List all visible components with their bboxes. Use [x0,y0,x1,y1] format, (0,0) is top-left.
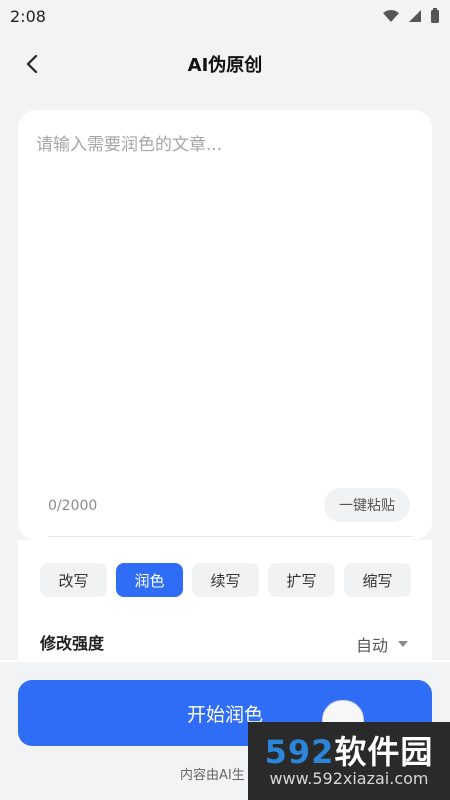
watermark-brand: 592软件园 [265,735,434,769]
mode-shorten-button[interactable]: 缩写 [344,563,411,597]
mode-expand-button[interactable]: 扩写 [268,563,335,597]
wifi-icon [383,10,399,22]
editor-card[interactable]: 请输入需要润色的文章... 0/2000 一键粘贴 [18,110,432,540]
battery-icon [431,8,439,23]
caret-down-icon [398,641,408,647]
ai-disclaimer: 内容由AI生 [180,768,245,783]
divider [48,536,414,537]
mode-continue-button[interactable]: 续写 [192,563,259,597]
mode-polish-button[interactable]: 润色 [116,563,183,597]
watermark: 592软件园 www.592xiazai.com [248,722,450,800]
watermark-number: 592 [264,732,335,771]
panel-edge-left [0,540,18,660]
panel-edge-right [432,540,450,660]
mode-rewrite-button[interactable]: 改写 [40,563,107,597]
char-counter: 0/2000 [48,498,98,514]
strength-dropdown[interactable]: 自动 [356,632,408,656]
watermark-url: www.592xiazai.com [269,768,429,788]
paste-button[interactable]: 一键粘贴 [324,488,410,522]
watermark-text: 软件园 [334,732,434,771]
signal-icon [409,10,421,22]
editor-placeholder[interactable]: 请输入需要润色的文章... [36,130,222,155]
mode-selector: 改写 润色 续写 扩写 缩写 [40,563,411,597]
status-bar: 2:08 [0,0,450,32]
header: AI伪原创 [0,38,450,90]
status-time: 2:08 [10,6,46,26]
status-icons [382,8,440,24]
page-title: AI伪原创 [187,55,263,76]
strength-value: 自动 [355,636,388,655]
strength-label: 修改强度 [40,634,105,653]
